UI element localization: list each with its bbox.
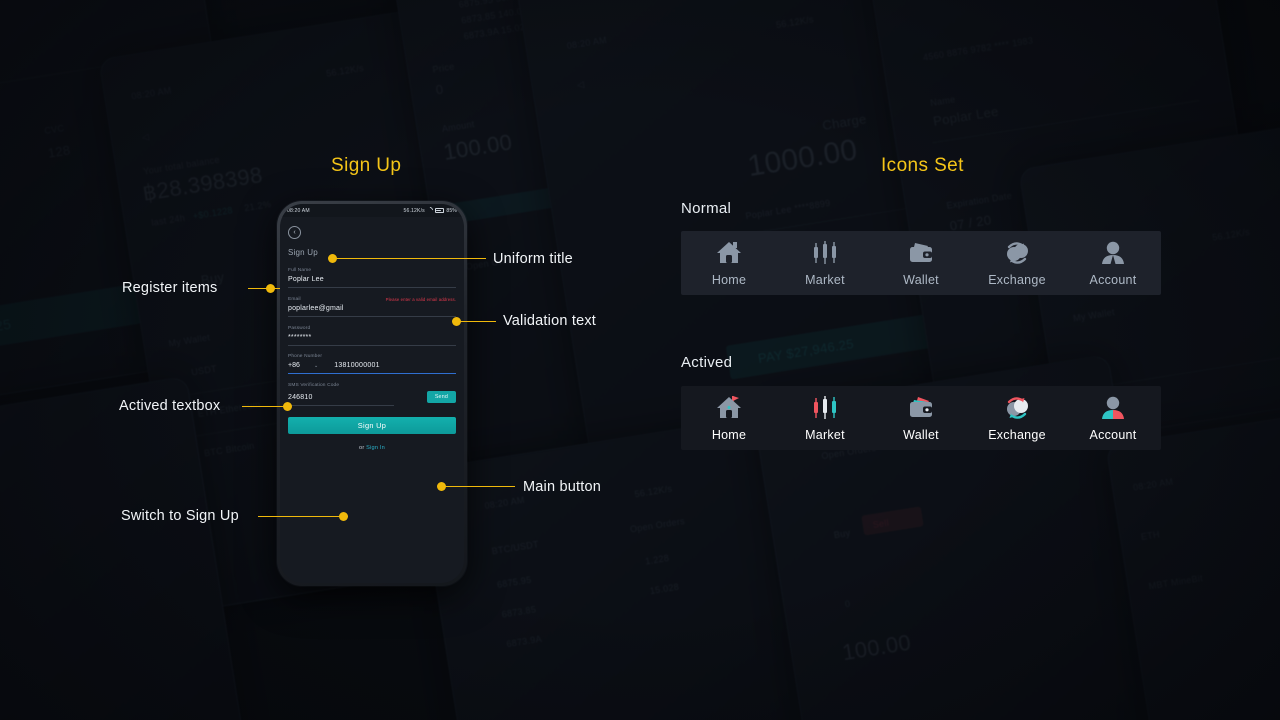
nav-label: Market <box>805 273 845 287</box>
nav-item-wallet[interactable]: Wallet <box>873 239 969 287</box>
field-underline <box>288 404 394 406</box>
field-underline <box>288 287 456 288</box>
status-bar-network-speed: 56.12K/s <box>403 207 425 214</box>
icons-state-label-normal: Normal <box>681 200 732 217</box>
nav-item-market-active[interactable]: Market <box>777 394 873 442</box>
annotation-line <box>443 486 515 488</box>
icons-state-label-actived: Actived <box>681 354 733 371</box>
field-password[interactable]: Password ******** <box>288 326 456 346</box>
icon-bar-actived: Home Market Wallet Exchange Account <box>681 386 1161 450</box>
field-label: Full Name <box>288 268 312 273</box>
annotation-dot <box>283 402 292 411</box>
back-button[interactable]: ‹ <box>288 226 301 239</box>
signin-link[interactable]: Sign In <box>366 445 385 451</box>
phone-number-value[interactable]: 13810000001 <box>334 362 380 369</box>
field-underline <box>288 344 456 346</box>
sms-code-value[interactable]: 246810 <box>288 394 427 405</box>
annotation-label: Main button <box>523 479 601 495</box>
nav-item-wallet-active[interactable]: Wallet <box>873 394 969 442</box>
annotation-line <box>458 321 496 323</box>
nav-label: Home <box>711 273 747 287</box>
market-icon <box>810 394 840 422</box>
exchange-icon <box>1002 394 1032 422</box>
market-icon <box>810 239 840 267</box>
annotation-line <box>334 258 486 260</box>
annotation-line <box>258 516 348 518</box>
field-label: Phone Number <box>288 354 323 360</box>
account-icon <box>1098 239 1128 267</box>
field-underline <box>288 315 456 317</box>
annotation-label: Register items <box>122 280 218 296</box>
nav-label: Wallet <box>903 273 939 287</box>
send-code-button[interactable]: Send <box>426 391 456 404</box>
wallet-icon <box>906 239 936 267</box>
home-icon <box>714 239 744 267</box>
wifi-icon <box>427 209 432 213</box>
nav-label: Wallet <box>903 428 939 442</box>
field-phone-number[interactable]: Phone Number +86 ⌄ 13810000001 <box>288 354 456 375</box>
chevron-left-icon: ‹ <box>293 229 296 236</box>
icon-bar-normal: Home Market Wallet Exchange Account <box>681 231 1161 295</box>
phone-screen: 08:20 AM 56.12K/s 85% ‹ Sign Up Full Nam… <box>280 204 464 583</box>
field-label: Password <box>288 325 311 331</box>
annotation-dot <box>266 284 275 293</box>
signup-submit-button[interactable]: Sign Up <box>288 417 456 435</box>
nav-label: Exchange <box>988 273 1046 287</box>
status-bar-time: 08:20 AM <box>287 207 310 214</box>
nav-label: Home <box>711 428 747 442</box>
annotation-label: Uniform title <box>493 251 573 267</box>
switch-to-signin-row: or Sign In <box>288 445 456 451</box>
form-title: Sign Up <box>288 248 318 257</box>
nav-item-home-active[interactable]: Home <box>681 394 777 442</box>
status-bar-battery-level: 85% <box>446 207 457 214</box>
nav-item-market[interactable]: Market <box>777 239 873 287</box>
field-value[interactable]: poplarlee@gmail <box>288 305 456 316</box>
field-underline-active <box>288 373 456 375</box>
validation-error-message: Please enter a valid email address. <box>385 296 456 302</box>
annotation-label: Validation text <box>503 313 597 329</box>
field-sms-code[interactable]: SMS Verification Code 246810 Send <box>288 383 456 406</box>
background-collage: CVC 128 001 7,946.25 08:20 AM 56.12K/s ◁… <box>0 0 1280 720</box>
wallet-icon <box>906 394 936 422</box>
nav-label: Account <box>1089 428 1137 442</box>
section-title-icons: Icons Set <box>881 155 964 176</box>
home-icon <box>714 394 744 422</box>
field-value[interactable]: Poplar Lee <box>288 276 456 287</box>
annotation-label: Switch to Sign Up <box>121 508 239 524</box>
signup-form: ‹ Sign Up Full Name Poplar Lee Email Ple… <box>280 217 464 451</box>
nav-item-home[interactable]: Home <box>681 239 777 287</box>
account-icon <box>1098 394 1128 422</box>
country-code-select[interactable]: +86 <box>288 362 314 369</box>
field-email[interactable]: Email Please enter a valid email address… <box>288 297 456 317</box>
nav-label: Account <box>1089 273 1137 287</box>
nav-label: Exchange <box>988 428 1046 442</box>
field-value[interactable]: ******** <box>288 334 456 345</box>
switch-prefix-text: or <box>359 445 365 452</box>
nav-item-account-active[interactable]: Account <box>1065 394 1161 442</box>
nav-item-account[interactable]: Account <box>1065 239 1161 287</box>
nav-item-exchange-active[interactable]: Exchange <box>969 394 1065 442</box>
field-label: SMS Verification Code <box>288 383 340 389</box>
annotation-label: Actived textbox <box>119 398 221 414</box>
status-bar: 08:20 AM 56.12K/s 85% <box>280 204 464 217</box>
nav-item-exchange[interactable]: Exchange <box>969 239 1065 287</box>
exchange-icon <box>1002 239 1032 267</box>
battery-icon <box>434 208 445 213</box>
chevron-down-icon[interactable]: ⌄ <box>314 363 318 369</box>
annotation-line <box>248 288 280 290</box>
annotation-dot <box>339 512 348 521</box>
nav-label: Market <box>805 428 845 442</box>
section-title-signup: Sign Up <box>331 155 402 176</box>
field-full-name[interactable]: Full Name Poplar Lee <box>288 268 456 288</box>
